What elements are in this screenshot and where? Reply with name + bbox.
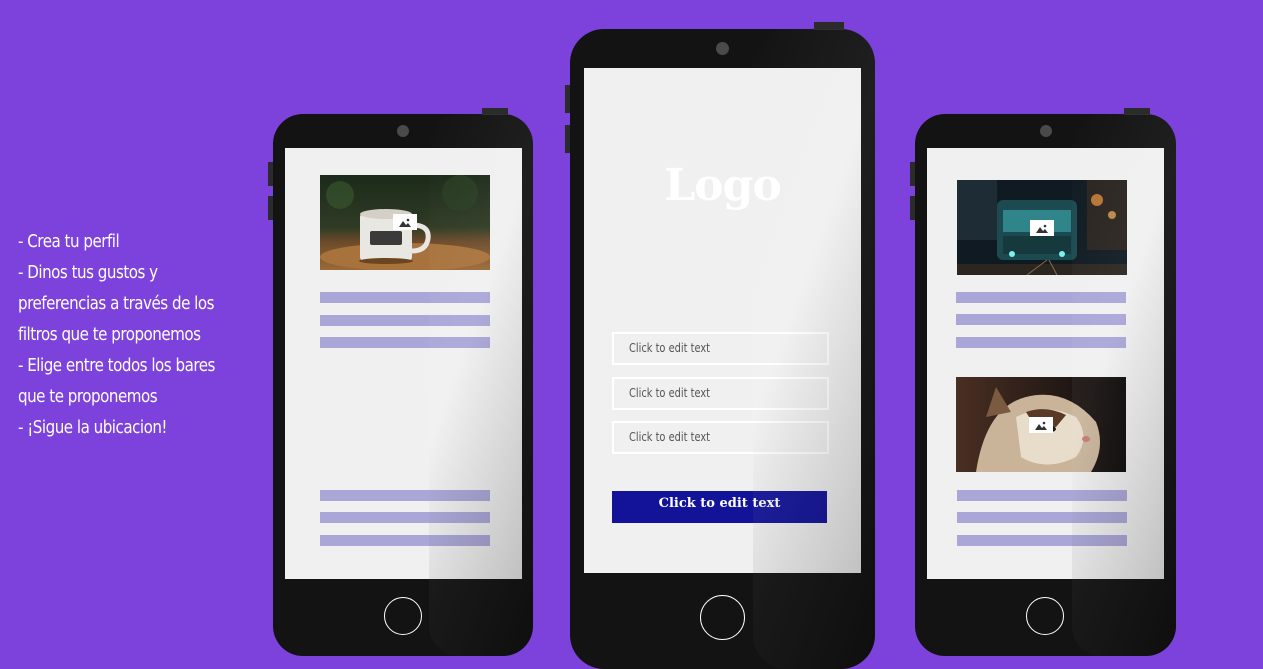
- text-placeholder-bar: [320, 535, 490, 546]
- phone-screen: Logo Click to edit text Click to edit te…: [584, 68, 861, 573]
- camera-icon: [716, 42, 729, 55]
- home-button[interactable]: [700, 595, 745, 640]
- home-button[interactable]: [384, 597, 422, 635]
- text-placeholder-bar: [320, 315, 490, 326]
- feature-item: - Elige entre todos los bares que te pro…: [18, 355, 215, 407]
- text-placeholder-bar: [956, 292, 1126, 303]
- field-label: Click to edit text: [629, 341, 711, 355]
- phone-side-button: [814, 22, 844, 30]
- submit-button[interactable]: Click to edit text: [612, 491, 827, 523]
- phone-side-button: [565, 125, 570, 153]
- tram-photo[interactable]: [957, 180, 1127, 275]
- image-placeholder-icon: [1030, 220, 1054, 236]
- app-logo: Logo: [664, 160, 781, 211]
- home-button[interactable]: [1026, 597, 1064, 635]
- image-placeholder-icon: [1029, 417, 1053, 433]
- phone-side-button: [268, 196, 273, 220]
- left-phone: [268, 108, 533, 656]
- text-placeholder-bar: [956, 337, 1126, 348]
- text-placeholder-bar: [957, 535, 1127, 546]
- feature-item: - Dinos tus gustos y preferencias a trav…: [18, 262, 214, 345]
- feature-list: - Crea tu perfil - Dinos tus gustos y pr…: [18, 226, 215, 443]
- phone-side-button: [268, 162, 273, 186]
- text-input-field[interactable]: Click to edit text: [612, 377, 829, 410]
- right-phone: [910, 108, 1176, 656]
- camera-icon: [1040, 125, 1052, 137]
- text-placeholder-bar: [956, 314, 1126, 325]
- phone-side-button: [565, 85, 570, 113]
- phone-side-button: [1124, 108, 1150, 115]
- text-placeholder-bar: [320, 337, 490, 348]
- text-placeholder-bar: [320, 292, 490, 303]
- camera-icon: [397, 125, 409, 137]
- text-placeholder-bar: [957, 490, 1127, 501]
- text-placeholder-bar: [320, 512, 490, 523]
- field-label: Click to edit text: [629, 386, 711, 400]
- phone-side-button: [910, 196, 915, 220]
- phone-side-button: [910, 162, 915, 186]
- phone-screen: [927, 148, 1164, 579]
- coffee-photo[interactable]: [320, 175, 490, 270]
- cat-photo[interactable]: [956, 377, 1126, 472]
- text-input-field[interactable]: Click to edit text: [612, 332, 829, 365]
- text-placeholder-bar: [957, 512, 1127, 523]
- phone-screen: [285, 148, 522, 579]
- center-phone: Logo Click to edit text Click to edit te…: [565, 22, 875, 669]
- image-placeholder-icon: [393, 214, 417, 230]
- text-input-field[interactable]: Click to edit text: [612, 421, 829, 454]
- phone-side-button: [482, 108, 508, 115]
- feature-item: - Crea tu perfil: [18, 231, 120, 252]
- field-label: Click to edit text: [629, 430, 711, 444]
- feature-item: - ¡Sigue la ubicacion!: [18, 417, 167, 438]
- text-placeholder-bar: [320, 490, 490, 501]
